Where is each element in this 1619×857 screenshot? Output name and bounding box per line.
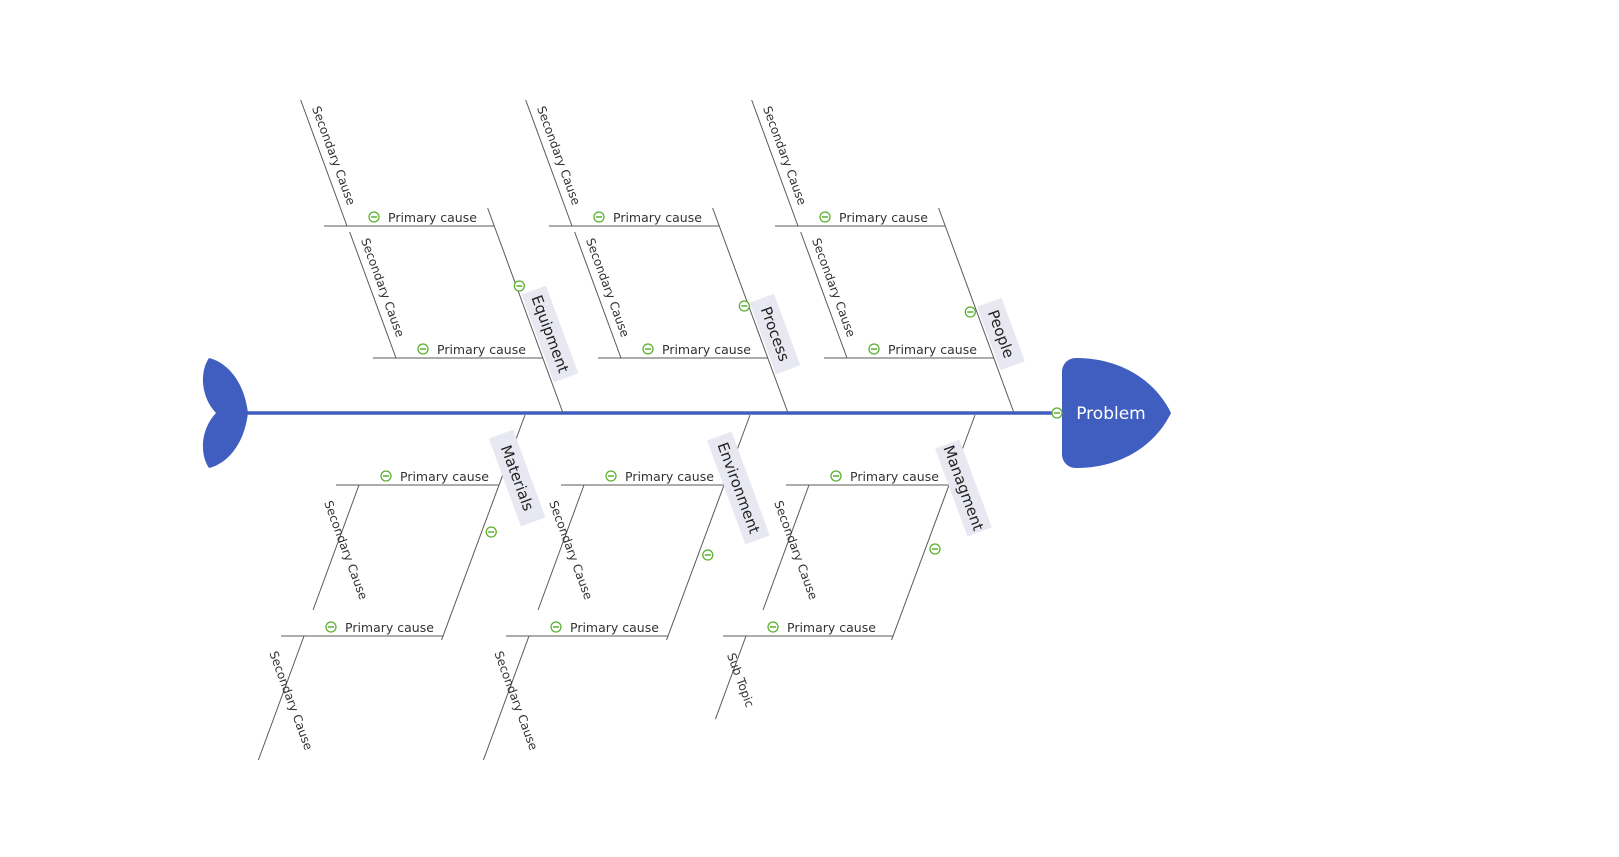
problem-label: Problem — [1076, 404, 1146, 424]
cause-collapse-icon[interactable] — [368, 211, 380, 223]
category-collapse-icon[interactable] — [738, 300, 750, 312]
fishbone-diagram: Problem EquipmentPrimary causeSecondary … — [202, 99, 1171, 761]
primary-cause-label[interactable]: Primary cause — [345, 620, 434, 635]
cause-collapse-icon[interactable] — [550, 621, 562, 633]
secondary-cause-label[interactable]: Secondary Cause — [309, 104, 358, 207]
primary-cause-label[interactable]: Primary cause — [787, 620, 876, 635]
secondary-cause-label[interactable]: Secondary Cause — [760, 104, 809, 207]
secondary-cause-label[interactable]: Sub Topic — [724, 651, 757, 709]
cause-collapse-icon[interactable] — [380, 470, 392, 482]
primary-cause-label[interactable]: Primary cause — [570, 620, 659, 635]
primary-cause-label[interactable]: Primary cause — [437, 342, 526, 357]
fish-tail — [202, 358, 248, 468]
secondary-cause-label[interactable]: Secondary Cause — [266, 649, 315, 752]
cause-collapse-icon[interactable] — [868, 343, 880, 355]
category-node[interactable]: Materials — [488, 429, 546, 527]
primary-cause-label[interactable]: Primary cause — [625, 469, 714, 484]
category-node[interactable]: Equipment — [521, 285, 579, 383]
cause-collapse-icon[interactable] — [642, 343, 654, 355]
category-collapse-icon[interactable] — [964, 306, 976, 318]
cause-collapse-icon[interactable] — [767, 621, 779, 633]
collapse-icon[interactable] — [1051, 407, 1063, 419]
category-collapse-icon[interactable] — [513, 280, 525, 292]
secondary-cause-label[interactable]: Secondary Cause — [583, 236, 632, 339]
primary-cause-label[interactable]: Primary cause — [888, 342, 977, 357]
category-collapse-icon[interactable] — [702, 549, 714, 561]
primary-cause-label[interactable]: Primary cause — [850, 469, 939, 484]
secondary-cause-label[interactable]: Secondary Cause — [534, 104, 583, 207]
primary-cause-label[interactable]: Primary cause — [388, 210, 477, 225]
primary-cause-label[interactable]: Primary cause — [839, 210, 928, 225]
category-branch: ManagmentPrimary causeSecondary CausePri… — [714, 414, 992, 720]
secondary-cause-label[interactable]: Secondary Cause — [491, 649, 540, 752]
category-node[interactable]: Managment — [935, 439, 992, 537]
secondary-cause-label[interactable]: Secondary Cause — [358, 236, 407, 339]
primary-cause-label[interactable]: Primary cause — [400, 469, 489, 484]
primary-cause-label[interactable]: Primary cause — [662, 342, 751, 357]
secondary-cause-label[interactable]: Secondary Cause — [771, 499, 820, 602]
category-label: Materials — [497, 443, 538, 514]
category-node[interactable]: Process — [749, 293, 801, 375]
secondary-cause-label[interactable]: Secondary Cause — [321, 499, 370, 602]
secondary-cause-label[interactable]: Secondary Cause — [809, 236, 858, 339]
cause-collapse-icon[interactable] — [325, 621, 337, 633]
cause-collapse-icon[interactable] — [417, 343, 429, 355]
category-node[interactable]: Environment — [707, 431, 770, 545]
category-collapse-icon[interactable] — [485, 526, 497, 538]
category-node[interactable]: People — [977, 297, 1025, 371]
primary-cause-label[interactable]: Primary cause — [613, 210, 702, 225]
secondary-cause-label[interactable]: Secondary Cause — [546, 499, 595, 602]
cause-collapse-icon[interactable] — [593, 211, 605, 223]
category-collapse-icon[interactable] — [929, 543, 941, 555]
cause-collapse-icon[interactable] — [605, 470, 617, 482]
category-branch: EquipmentPrimary causeSecondary CausePri… — [300, 99, 579, 414]
cause-collapse-icon[interactable] — [830, 470, 842, 482]
cause-collapse-icon[interactable] — [819, 211, 831, 223]
